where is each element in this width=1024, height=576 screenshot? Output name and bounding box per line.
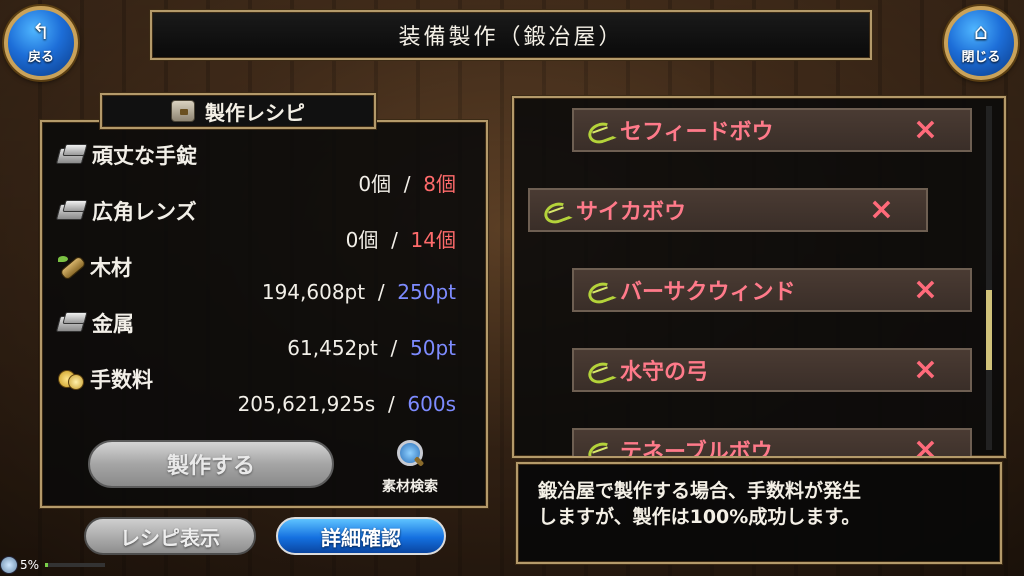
unavailable-mark-icon: × xyxy=(912,352,938,387)
bow-icon xyxy=(588,361,612,379)
list-item[interactable]: テネーブルボウ × xyxy=(572,428,972,458)
material-name: 広角レンズ xyxy=(92,200,197,224)
chest-icon xyxy=(171,100,195,122)
list-item[interactable]: 水守の弓 × xyxy=(572,348,972,392)
craft-button-label: 製作する xyxy=(166,454,255,479)
item-name: サイカボウ xyxy=(576,200,687,225)
item-name: テネーブルボウ xyxy=(620,440,773,458)
bow-icon xyxy=(588,441,612,456)
page-title: 装備製作（鍛冶屋） xyxy=(398,25,624,50)
return-arrow-icon: ↰ xyxy=(31,19,51,45)
unavailable-mark-icon: × xyxy=(912,432,938,458)
ingot-icon xyxy=(56,200,86,222)
material-quantity: 205,621,925s / 600s xyxy=(237,392,456,416)
material-search-button[interactable]: 素材検索 xyxy=(364,440,456,500)
material-name: 木材 xyxy=(90,256,132,280)
status-progress-fill xyxy=(45,563,49,567)
unavailable-mark-icon: × xyxy=(912,112,938,147)
magnifier-icon xyxy=(395,440,425,470)
material-name: 金属 xyxy=(92,312,134,336)
material-name: 手数料 xyxy=(90,368,153,392)
material-name: 頑丈な手錠 xyxy=(92,144,197,168)
status-progress-bar xyxy=(45,563,106,567)
message-line: しますが、製作は100%成功します。 xyxy=(538,506,861,528)
material-row: 手数料 205,621,925s / 600s xyxy=(56,364,456,420)
material-row: 広角レンズ 0個 / 14個 xyxy=(56,196,456,252)
coin-icon xyxy=(56,366,84,392)
detail-confirm-label: 詳細確認 xyxy=(321,525,401,550)
bow-icon xyxy=(588,121,612,139)
list-scrollbar[interactable] xyxy=(986,106,992,450)
bow-icon xyxy=(544,201,568,219)
item-list-panel: セフィードボウ × サイカボウ × バーサクウィンド × 水守の弓 × テネーブ… xyxy=(512,96,1006,458)
detail-confirm-button[interactable]: 詳細確認 xyxy=(276,517,446,555)
list-item[interactable]: バーサクウィンド × xyxy=(572,268,972,312)
item-name: 水守の弓 xyxy=(620,360,709,385)
scroll-thumb[interactable] xyxy=(986,290,992,370)
message-box: 鍛冶屋で製作する場合、手数料が発生 しますが、製作は100%成功します。 xyxy=(516,462,1002,564)
material-quantity: 61,452pt / 50pt xyxy=(287,336,456,360)
item-name: セフィードボウ xyxy=(620,120,774,145)
status-orb-icon xyxy=(0,556,18,574)
recipe-display-label: レシピ表示 xyxy=(120,525,220,550)
recipe-display-button[interactable]: レシピ表示 xyxy=(84,517,256,555)
status-percent: 5% xyxy=(20,558,40,572)
material-row: 金属 61,452pt / 50pt xyxy=(56,308,456,364)
unavailable-mark-icon: × xyxy=(912,272,938,307)
back-button[interactable]: ↰ 戻る xyxy=(4,6,78,80)
wood-icon xyxy=(56,254,84,280)
message-line: 鍛冶屋で製作する場合、手数料が発生 xyxy=(538,480,862,502)
recipe-header: 製作レシピ xyxy=(100,93,376,129)
list-item[interactable]: セフィードボウ × xyxy=(572,108,972,152)
home-icon: ⌂ xyxy=(974,19,988,45)
material-row: 頑丈な手錠 0個 / 8個 xyxy=(56,140,456,196)
list-item[interactable]: サイカボウ × xyxy=(528,188,928,232)
status-indicator: 5% xyxy=(0,554,106,576)
material-row: 木材 194,608pt / 250pt xyxy=(56,252,456,308)
title-bar: 装備製作（鍛冶屋） xyxy=(150,10,872,60)
ingot-icon xyxy=(56,312,86,334)
material-quantity: 0個 / 14個 xyxy=(345,228,456,252)
recipe-title: 製作レシピ xyxy=(205,100,305,125)
material-quantity: 194,608pt / 250pt xyxy=(261,280,456,304)
bow-icon xyxy=(588,281,612,299)
close-button[interactable]: ⌂ 閉じる xyxy=(944,6,1018,80)
close-label: 閉じる xyxy=(961,49,1001,65)
back-label: 戻る xyxy=(27,49,54,65)
item-name: バーサクウィンド xyxy=(620,280,796,305)
craft-button[interactable]: 製作する xyxy=(88,440,334,488)
material-search-label: 素材検索 xyxy=(382,479,438,495)
ingot-icon xyxy=(56,144,86,166)
material-quantity: 0個 / 8個 xyxy=(358,172,456,196)
unavailable-mark-icon: × xyxy=(868,192,894,227)
